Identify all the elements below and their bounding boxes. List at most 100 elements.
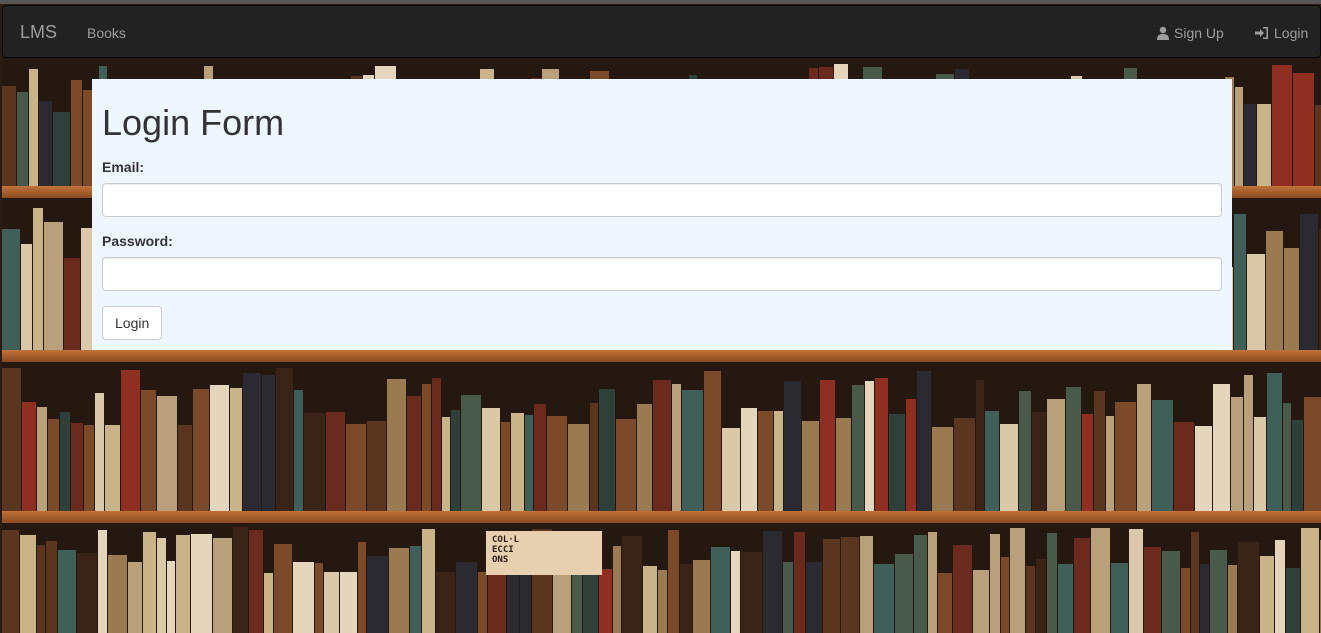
- book-spine: [1137, 384, 1151, 511]
- book-spine: [1301, 528, 1319, 633]
- book-spine: [95, 393, 104, 511]
- nav-signup-link[interactable]: Sign Up: [1156, 23, 1224, 43]
- book-spine: [1001, 557, 1009, 633]
- book-spine: [568, 424, 589, 511]
- nav-login-link[interactable]: Login: [1254, 23, 1308, 43]
- book-spine: [731, 551, 740, 633]
- page-title: Login Form: [102, 102, 285, 143]
- book-spine: [637, 404, 652, 511]
- book-spine: [233, 527, 248, 633]
- book-spine: [264, 573, 273, 633]
- book-spine: [693, 560, 710, 633]
- book-spine: [722, 428, 740, 511]
- email-field[interactable]: [102, 183, 1222, 217]
- book-spine: [1129, 529, 1143, 633]
- book-spine: [304, 413, 325, 511]
- book-spine: [157, 538, 166, 633]
- book-spine: [973, 570, 989, 633]
- book-spine: [841, 537, 859, 633]
- book-spine: [1026, 566, 1035, 633]
- book-spine: [680, 564, 692, 633]
- book-spine: [191, 534, 212, 633]
- book-spine: [1235, 87, 1243, 186]
- book-spine: [860, 536, 873, 633]
- book-spine: [774, 411, 783, 511]
- browser-top-strip: [0, 0, 1321, 4]
- book-spine: [213, 538, 232, 633]
- book-spine: [20, 535, 36, 633]
- book-spine: [613, 546, 621, 633]
- book-spine: [1191, 532, 1199, 633]
- password-field[interactable]: [102, 257, 1222, 291]
- book-spine: [763, 531, 782, 633]
- book-spine: [1257, 104, 1271, 186]
- brand-link[interactable]: LMS: [20, 22, 57, 42]
- book-spine: [143, 532, 156, 633]
- book-spine: [658, 570, 667, 633]
- book-spine: [71, 423, 83, 511]
- shelf-plank: [2, 350, 1321, 362]
- book-spine: [249, 530, 263, 633]
- book-spine: [906, 399, 916, 511]
- book-spine: [230, 388, 242, 511]
- book-spine: [953, 545, 972, 633]
- book-spine: [1272, 65, 1292, 186]
- book-spine: [794, 532, 805, 633]
- book-spine: [525, 415, 533, 511]
- book-spine: [98, 530, 107, 633]
- login-form-panel: Login Form Email: Password: Login: [92, 79, 1232, 350]
- book-row: [2, 523, 1321, 633]
- book-spine: [1213, 384, 1230, 511]
- book-spine: [121, 370, 140, 511]
- book-spine: [783, 562, 793, 633]
- book-spine: [315, 563, 323, 633]
- book-spine: [422, 529, 435, 633]
- book-spine: [346, 424, 366, 511]
- book-spine: [243, 373, 261, 511]
- book-spine: [682, 390, 703, 511]
- book-spine: [108, 555, 127, 633]
- book-spine: [456, 562, 477, 633]
- book-spine: [1247, 254, 1265, 350]
- book-spine: [704, 371, 721, 511]
- book-spine: [2, 229, 20, 350]
- book-spine: [22, 402, 36, 511]
- book-spine: [367, 556, 388, 633]
- book-spine: [1111, 563, 1128, 633]
- book-spine: [1091, 528, 1110, 633]
- book-spine: [210, 385, 229, 511]
- book-spine: [1254, 417, 1266, 511]
- book-spine: [547, 416, 567, 511]
- book-spine: [1234, 214, 1246, 350]
- login-button[interactable]: Login: [102, 306, 163, 340]
- book-spine: [917, 371, 931, 511]
- nav-login-label: Login: [1274, 25, 1309, 41]
- book-spine: [985, 411, 999, 511]
- shelf-plank: [2, 511, 1321, 523]
- book-spine: [482, 408, 500, 511]
- book-spine: [1047, 533, 1057, 633]
- book-spine: [1231, 397, 1243, 511]
- book-spine: [167, 561, 175, 633]
- book-spine: [823, 539, 840, 633]
- book-spine: [758, 411, 773, 511]
- book-spine: [33, 208, 43, 350]
- book-spine: [990, 534, 1000, 633]
- book-spine: [48, 419, 59, 511]
- book-spine: [274, 544, 292, 633]
- book-spine: [599, 569, 612, 633]
- book-spine: [1032, 412, 1046, 511]
- book-spine: [324, 572, 339, 633]
- book-spine: [802, 421, 819, 511]
- book-spine: [889, 414, 905, 511]
- book-spine: [1066, 387, 1081, 511]
- book-spine: [60, 412, 70, 511]
- book-spine: [276, 368, 293, 511]
- book-spine: [1244, 375, 1253, 511]
- book-spine: [653, 380, 671, 511]
- nav-signup-label: Sign Up: [1174, 25, 1224, 41]
- nav-books-link[interactable]: Books: [87, 23, 126, 43]
- book-spine: [1115, 402, 1136, 511]
- book-spine: [407, 396, 421, 511]
- book-spine: [1300, 214, 1318, 350]
